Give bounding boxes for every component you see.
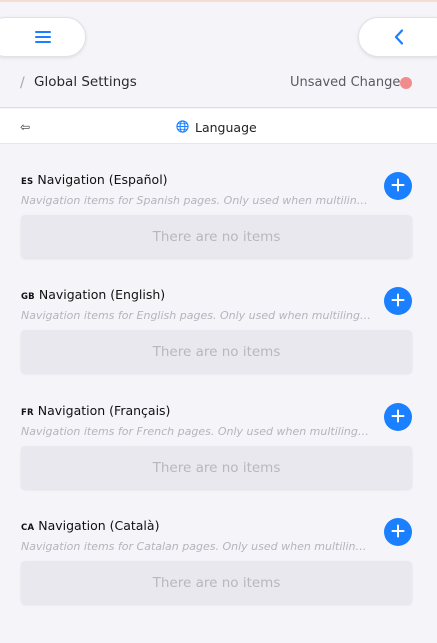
section-heading: CA Navigation (Català) [21, 518, 159, 533]
navigation-section-es: ES Navigation (Español) Navigation items… [0, 172, 437, 282]
section-description: Navigation items for English pages. Only… [21, 309, 373, 322]
section-title: Navigation (English) [38, 287, 166, 302]
add-item-button[interactable] [384, 403, 412, 431]
unsaved-status-text: Unsaved Changes [290, 75, 408, 90]
empty-items-box: There are no items [21, 330, 412, 373]
page-title: Global Settings [34, 74, 137, 90]
empty-state-text: There are no items [152, 228, 281, 245]
empty-items-box: There are no items [21, 215, 412, 258]
hamburger-menu-icon [20, 30, 52, 44]
section-title: Navigation (Français) [37, 403, 171, 418]
swap-arrows-icon[interactable]: ⇦ [20, 120, 30, 134]
globe-icon [176, 118, 189, 137]
back-button[interactable] [358, 17, 437, 57]
chevron-left-icon [393, 29, 419, 45]
empty-state-text: There are no items [152, 574, 281, 591]
add-item-button[interactable] [384, 287, 412, 315]
plus-icon [391, 292, 405, 311]
section-heading: GB Navigation (English) [21, 287, 165, 302]
plus-icon [391, 408, 405, 427]
empty-state-text: There are no items [152, 343, 281, 360]
empty-items-box: There are no items [21, 561, 412, 604]
navigation-section-ca: CA Navigation (Català) Navigation items … [0, 518, 437, 628]
section-title: Navigation (Català) [38, 518, 160, 533]
flag-code: FR [21, 408, 34, 418]
top-accent-strip [0, 0, 437, 2]
flag-code: CA [21, 523, 35, 533]
empty-state-text: There are no items [152, 459, 281, 476]
page-header: / Global Settings Unsaved Changes [0, 66, 437, 108]
language-bar: ⇦ Language [0, 109, 437, 144]
menu-button[interactable] [0, 17, 86, 57]
add-item-button[interactable] [384, 172, 412, 200]
navigation-section-gb: GB Navigation (English) Navigation items… [0, 287, 437, 397]
flag-code: ES [21, 177, 34, 187]
flag-code: GB [21, 292, 35, 302]
add-item-button[interactable] [384, 518, 412, 546]
plus-icon [391, 177, 405, 196]
breadcrumb-separator: / [20, 75, 25, 91]
empty-items-box: There are no items [21, 446, 412, 489]
unsaved-status-dot [400, 77, 412, 89]
section-heading: FR Navigation (Français) [21, 403, 170, 418]
section-title: Navigation (Español) [37, 172, 168, 187]
section-heading: ES Navigation (Español) [21, 172, 168, 187]
language-selector[interactable]: Language [176, 118, 257, 137]
language-label: Language [195, 120, 257, 135]
plus-icon [391, 523, 405, 542]
navigation-section-fr: FR Navigation (Français) Navigation item… [0, 403, 437, 513]
section-description: Navigation items for Spanish pages. Only… [21, 194, 373, 207]
section-description: Navigation items for French pages. Only … [21, 425, 373, 438]
section-description: Navigation items for Catalan pages. Only… [21, 540, 373, 553]
